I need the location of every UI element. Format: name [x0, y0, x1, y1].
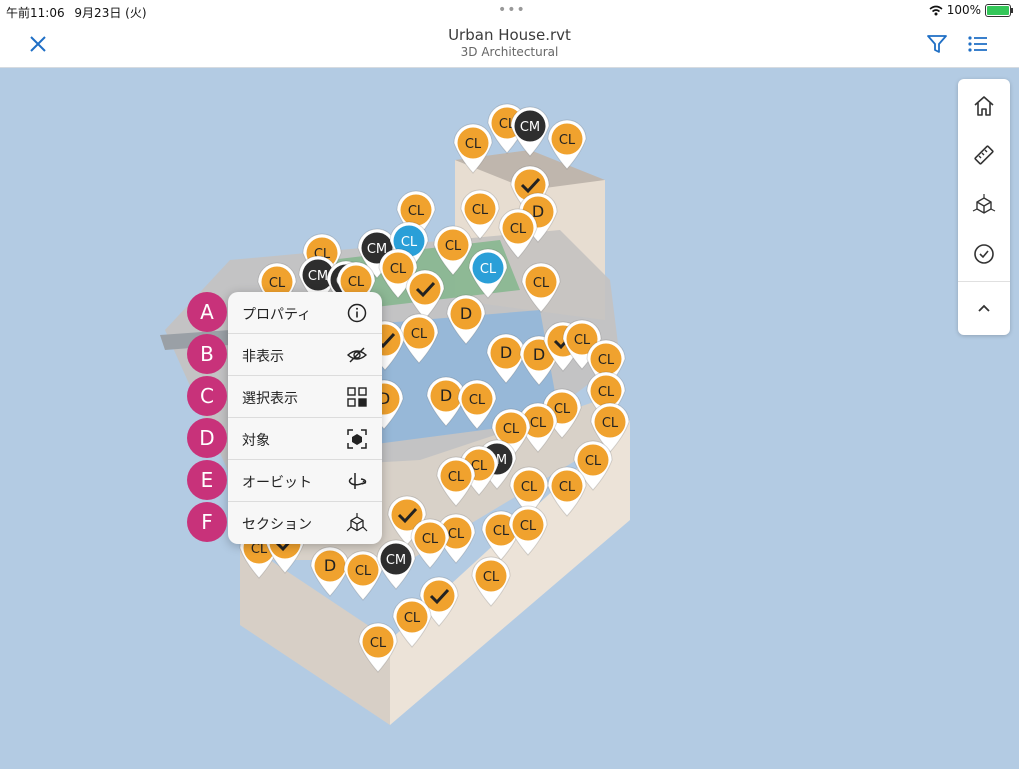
callout-badge-e: E [187, 460, 227, 500]
callout-badge-a: A [187, 292, 227, 332]
svg-text:D: D [440, 386, 452, 405]
model-viewport[interactable]: CLCLCMCLCLCLDCLCMCLCLCLCLCMCMCLCLCLCLDCL… [0, 68, 1019, 765]
status-bar: 午前11:06 9月23日 (火) ••• 100% [0, 0, 1019, 22]
wifi-icon [929, 5, 943, 15]
document-title: Urban House.rvt [448, 26, 571, 44]
check-circle-icon[interactable] [972, 242, 996, 266]
markup-pin[interactable]: CL [343, 550, 383, 601]
battery-icon [985, 3, 1013, 17]
app-header: Urban House.rvt 3D Architectural [0, 22, 1019, 68]
menu-item-isolate[interactable]: 選択表示 [228, 376, 382, 418]
context-menu: プロパティ 非表示 選択表示 対象 オービット セクション [228, 292, 382, 544]
svg-text:CL: CL [465, 137, 482, 152]
menu-item-section[interactable]: セクション [228, 502, 382, 544]
menu-item-label: オービット [242, 475, 312, 491]
svg-text:CL: CL [370, 636, 387, 651]
toolbar-divider [958, 281, 1010, 282]
svg-text:CL: CL [422, 532, 439, 547]
svg-text:D: D [324, 556, 336, 575]
svg-text:CL: CL [355, 564, 372, 579]
svg-text:CL: CL [401, 235, 418, 250]
multitask-dots[interactable]: ••• [498, 2, 526, 18]
svg-text:D: D [533, 345, 545, 364]
chevron-up-icon[interactable] [972, 297, 996, 321]
svg-text:D: D [500, 343, 512, 362]
menu-item-label: 選択表示 [242, 391, 298, 407]
svg-text:CL: CL [602, 416, 619, 431]
status-time: 午前11:06 [6, 6, 65, 20]
svg-text:D: D [460, 304, 472, 323]
markup-pin[interactable]: CM [376, 539, 416, 590]
svg-text:CM: CM [386, 553, 406, 568]
svg-text:CL: CL [269, 276, 286, 291]
svg-text:CL: CL [533, 276, 550, 291]
callout-badge-d: D [187, 418, 227, 458]
menu-item-orbit[interactable]: オービット [228, 460, 382, 502]
status-right: 100% [929, 3, 1013, 17]
svg-text:CL: CL [503, 422, 520, 437]
status-time-date: 午前11:06 9月23日 (火) [6, 4, 147, 21]
menu-item-target[interactable]: 対象 [228, 418, 382, 460]
model-cube-icon[interactable] [972, 193, 996, 217]
status-date: 9月23日 (火) [74, 6, 147, 20]
filter-icon[interactable] [925, 32, 949, 56]
svg-text:CL: CL [510, 222, 527, 237]
ruler-icon[interactable] [972, 143, 996, 167]
svg-text:CL: CL [554, 402, 571, 417]
svg-text:CL: CL [469, 393, 486, 408]
markup-pin[interactable]: CL [410, 518, 450, 569]
svg-text:CM: CM [308, 269, 328, 284]
svg-text:CL: CL [411, 327, 428, 342]
list-icon[interactable] [966, 32, 990, 56]
svg-text:CL: CL [483, 570, 500, 585]
svg-text:CL: CL [404, 611, 421, 626]
svg-text:CM: CM [520, 120, 540, 135]
battery-percentage: 100% [946, 3, 981, 17]
svg-text:CL: CL [472, 203, 489, 218]
section-box-icon [346, 513, 368, 532]
info-icon [347, 303, 367, 323]
markup-pin[interactable]: CM [510, 106, 550, 157]
svg-text:CL: CL [348, 275, 365, 290]
svg-text:CL: CL [574, 333, 591, 348]
orbit-icon [348, 473, 367, 489]
view-toolbar [958, 79, 1010, 335]
menu-item-label: 非表示 [242, 349, 284, 365]
menu-item-label: 対象 [242, 433, 270, 449]
menu-item-properties[interactable]: プロパティ [228, 292, 382, 334]
svg-text:CL: CL [520, 519, 537, 534]
svg-text:CL: CL [598, 385, 615, 400]
svg-text:CL: CL [445, 239, 462, 254]
home-icon[interactable] [972, 94, 996, 118]
building-model[interactable]: CLCLCMCLCLCLDCLCMCLCLCLCLCMCMCLCLCLCLDCL… [0, 68, 1019, 765]
callout-badge-f: F [187, 502, 227, 542]
svg-text:CL: CL [408, 204, 425, 219]
menu-item-label: プロパティ [242, 307, 312, 323]
svg-text:CL: CL [448, 470, 465, 485]
svg-text:CL: CL [448, 527, 465, 542]
eye-off-icon [346, 347, 368, 363]
svg-text:CL: CL [493, 524, 510, 539]
callout-badge-b: B [187, 334, 227, 374]
callout-badge-c: C [187, 376, 227, 416]
svg-text:CL: CL [530, 416, 547, 431]
svg-text:CL: CL [480, 262, 497, 277]
svg-text:CL: CL [390, 262, 407, 277]
svg-text:CL: CL [598, 353, 615, 368]
svg-text:CL: CL [559, 133, 576, 148]
menu-item-hide[interactable]: 非表示 [228, 334, 382, 376]
markup-pin[interactable]: D [310, 546, 350, 597]
svg-text:CL: CL [559, 480, 576, 495]
select-grid-icon [347, 387, 367, 407]
menu-item-label: セクション [242, 517, 312, 533]
svg-text:CL: CL [251, 542, 268, 557]
target-frame-icon [347, 429, 367, 449]
document-subtitle: 3D Architectural [460, 45, 559, 59]
svg-text:CL: CL [521, 480, 538, 495]
svg-text:CL: CL [585, 454, 602, 469]
